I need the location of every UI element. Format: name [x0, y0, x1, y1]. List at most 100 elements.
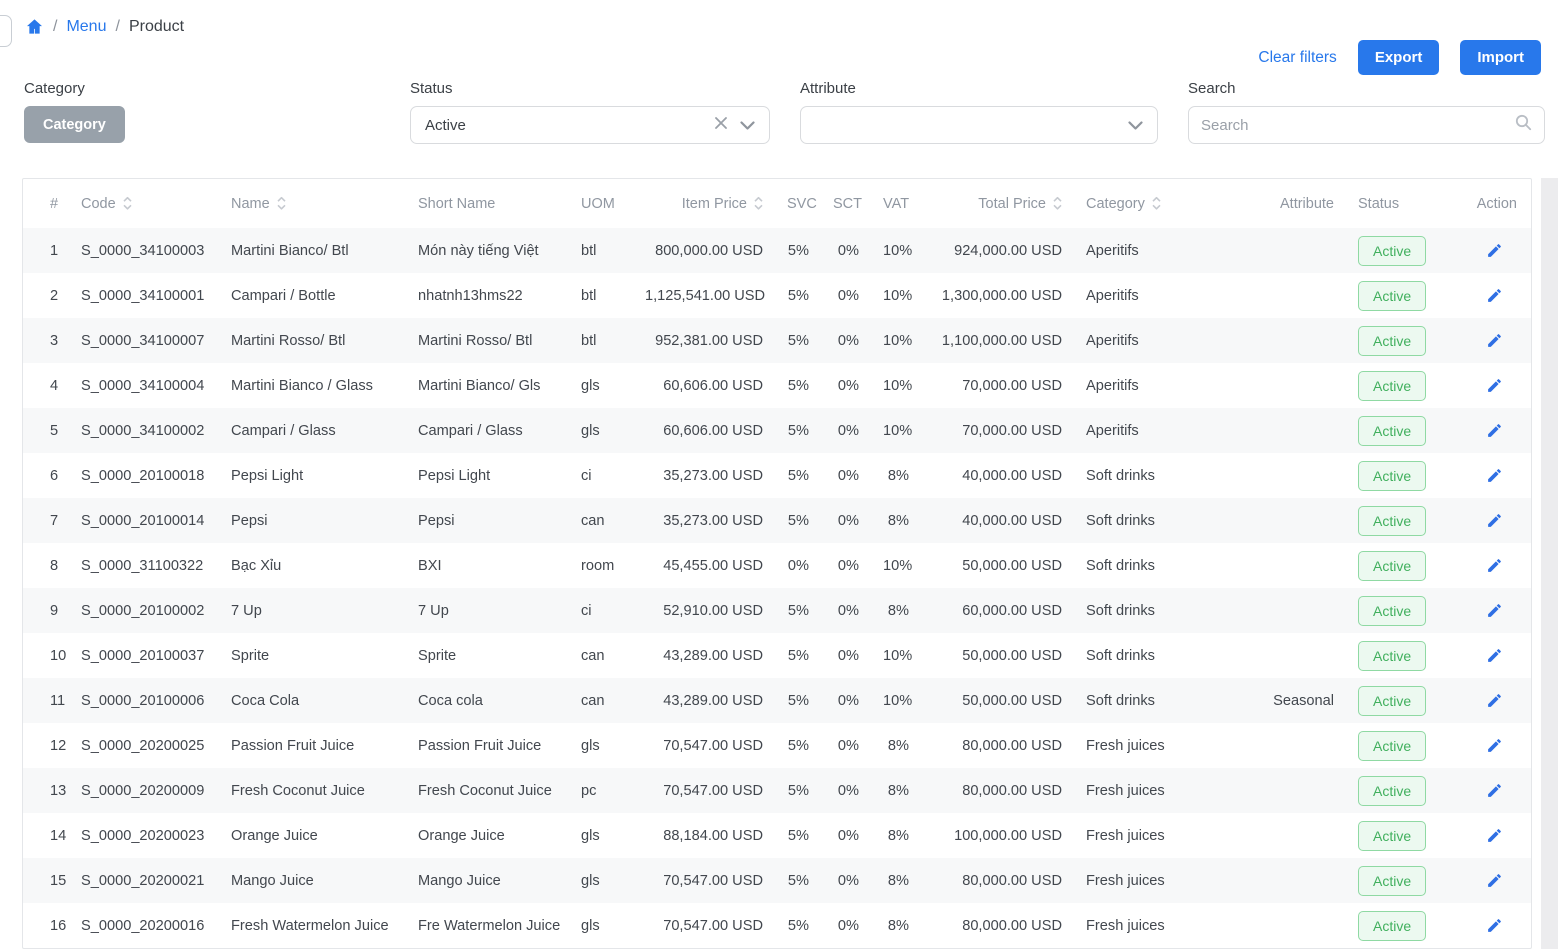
cell-vat: 10%	[871, 678, 921, 723]
import-button[interactable]: Import	[1460, 40, 1541, 75]
status-badge[interactable]: Active	[1358, 641, 1426, 671]
status-badge[interactable]: Active	[1358, 416, 1426, 446]
status-badge[interactable]: Active	[1358, 326, 1426, 356]
cell-item_price: 70,547.00 USD	[633, 768, 775, 813]
column-header-attribute: Attribute	[1234, 179, 1346, 228]
cell-item_price: 88,184.00 USD	[633, 813, 775, 858]
status-badge[interactable]: Active	[1358, 911, 1426, 941]
cell-sct: 0%	[821, 228, 871, 273]
cell-action	[1441, 588, 1531, 633]
export-button[interactable]: Export	[1358, 40, 1440, 75]
cell-vat: 8%	[871, 498, 921, 543]
edit-pencil-icon[interactable]	[1482, 418, 1507, 443]
column-header-short_name: Short Name	[406, 179, 569, 228]
cell-status: Active	[1346, 273, 1441, 318]
cell-total_price: 80,000.00 USD	[921, 768, 1074, 813]
cell-category: Aperitifs	[1074, 228, 1234, 273]
edit-pencil-icon[interactable]	[1482, 373, 1507, 398]
table-row: 7S_0000_20100014PepsiPepsican35,273.00 U…	[23, 498, 1531, 543]
status-badge[interactable]: Active	[1358, 821, 1426, 851]
column-header-code[interactable]: Code	[69, 179, 219, 228]
status-badge[interactable]: Active	[1358, 236, 1426, 266]
category-filter-button[interactable]: Category	[24, 106, 125, 143]
status-badge[interactable]: Active	[1358, 371, 1426, 401]
cell-vat: 10%	[871, 318, 921, 363]
chevron-down-icon[interactable]	[1128, 117, 1143, 134]
sort-icon[interactable]	[754, 196, 763, 211]
cell-vat: 10%	[871, 633, 921, 678]
cell-sct: 0%	[821, 498, 871, 543]
edit-pencil-icon[interactable]	[1482, 283, 1507, 308]
sort-icon[interactable]	[1053, 196, 1062, 211]
status-badge[interactable]: Active	[1358, 506, 1426, 536]
scrollbar-track[interactable]	[1541, 178, 1558, 949]
cell-code: S_0000_34100001	[69, 273, 219, 318]
sort-icon[interactable]	[123, 196, 132, 211]
column-header-num: #	[23, 179, 69, 228]
status-badge[interactable]: Active	[1358, 596, 1426, 626]
cell-uom: btl	[569, 273, 633, 318]
status-badge[interactable]: Active	[1358, 776, 1426, 806]
cell-category: Soft drinks	[1074, 588, 1234, 633]
column-header-item_price[interactable]: Item Price	[633, 179, 775, 228]
edit-pencil-icon[interactable]	[1482, 823, 1507, 848]
search-icon[interactable]	[1515, 114, 1532, 136]
cell-sct: 0%	[821, 813, 871, 858]
table-row: 8S_0000_31100322Bạc XỉuBXIroom45,455.00 …	[23, 543, 1531, 588]
cell-sct: 0%	[821, 408, 871, 453]
attribute-select[interactable]	[800, 106, 1158, 144]
cell-uom: room	[569, 543, 633, 588]
column-header-total_price[interactable]: Total Price	[921, 179, 1074, 228]
cell-svc: 5%	[775, 408, 821, 453]
status-badge[interactable]: Active	[1358, 461, 1426, 491]
edit-pencil-icon[interactable]	[1482, 238, 1507, 263]
edit-pencil-icon[interactable]	[1482, 643, 1507, 668]
cell-uom: can	[569, 678, 633, 723]
sort-icon[interactable]	[277, 196, 286, 211]
cell-short_name: Orange Juice	[406, 813, 569, 858]
cell-vat: 8%	[871, 768, 921, 813]
edit-pencil-icon[interactable]	[1482, 913, 1507, 938]
clear-icon[interactable]	[714, 116, 728, 134]
cell-category: Aperitifs	[1074, 363, 1234, 408]
breadcrumb-separator: /	[115, 18, 119, 36]
cell-num: 10	[23, 633, 69, 678]
edit-pencil-icon[interactable]	[1482, 778, 1507, 803]
breadcrumb-menu-link[interactable]: Menu	[66, 18, 106, 36]
status-badge[interactable]: Active	[1358, 281, 1426, 311]
status-select[interactable]: Active	[410, 106, 770, 144]
cell-status: Active	[1346, 543, 1441, 588]
chevron-down-icon[interactable]	[740, 117, 755, 134]
edit-pencil-icon[interactable]	[1482, 508, 1507, 533]
home-icon[interactable]	[25, 17, 44, 36]
edit-pencil-icon[interactable]	[1482, 733, 1507, 758]
cell-svc: 5%	[775, 318, 821, 363]
edit-pencil-icon[interactable]	[1482, 868, 1507, 893]
cell-status: Active	[1346, 408, 1441, 453]
cell-total_price: 40,000.00 USD	[921, 453, 1074, 498]
column-header-name[interactable]: Name	[219, 179, 406, 228]
cell-category: Soft drinks	[1074, 453, 1234, 498]
cell-category: Soft drinks	[1074, 543, 1234, 588]
status-badge[interactable]: Active	[1358, 731, 1426, 761]
status-badge[interactable]: Active	[1358, 686, 1426, 716]
edit-pencil-icon[interactable]	[1482, 598, 1507, 623]
edit-pencil-icon[interactable]	[1482, 463, 1507, 488]
cell-name: Martini Bianco/ Btl	[219, 228, 406, 273]
cell-code: S_0000_20200023	[69, 813, 219, 858]
column-header-category[interactable]: Category	[1074, 179, 1234, 228]
cell-vat: 8%	[871, 903, 921, 948]
status-badge[interactable]: Active	[1358, 551, 1426, 581]
edit-pencil-icon[interactable]	[1482, 553, 1507, 578]
search-input[interactable]	[1201, 117, 1515, 134]
sort-icon[interactable]	[1152, 196, 1161, 211]
cell-vat: 8%	[871, 813, 921, 858]
clear-filters-link[interactable]: Clear filters	[1258, 49, 1336, 67]
sidebar-edge-stub[interactable]	[0, 15, 12, 47]
cell-sct: 0%	[821, 858, 871, 903]
status-badge[interactable]: Active	[1358, 866, 1426, 896]
cell-svc: 5%	[775, 453, 821, 498]
edit-pencil-icon[interactable]	[1482, 688, 1507, 713]
edit-pencil-icon[interactable]	[1482, 328, 1507, 353]
cell-action	[1441, 723, 1531, 768]
